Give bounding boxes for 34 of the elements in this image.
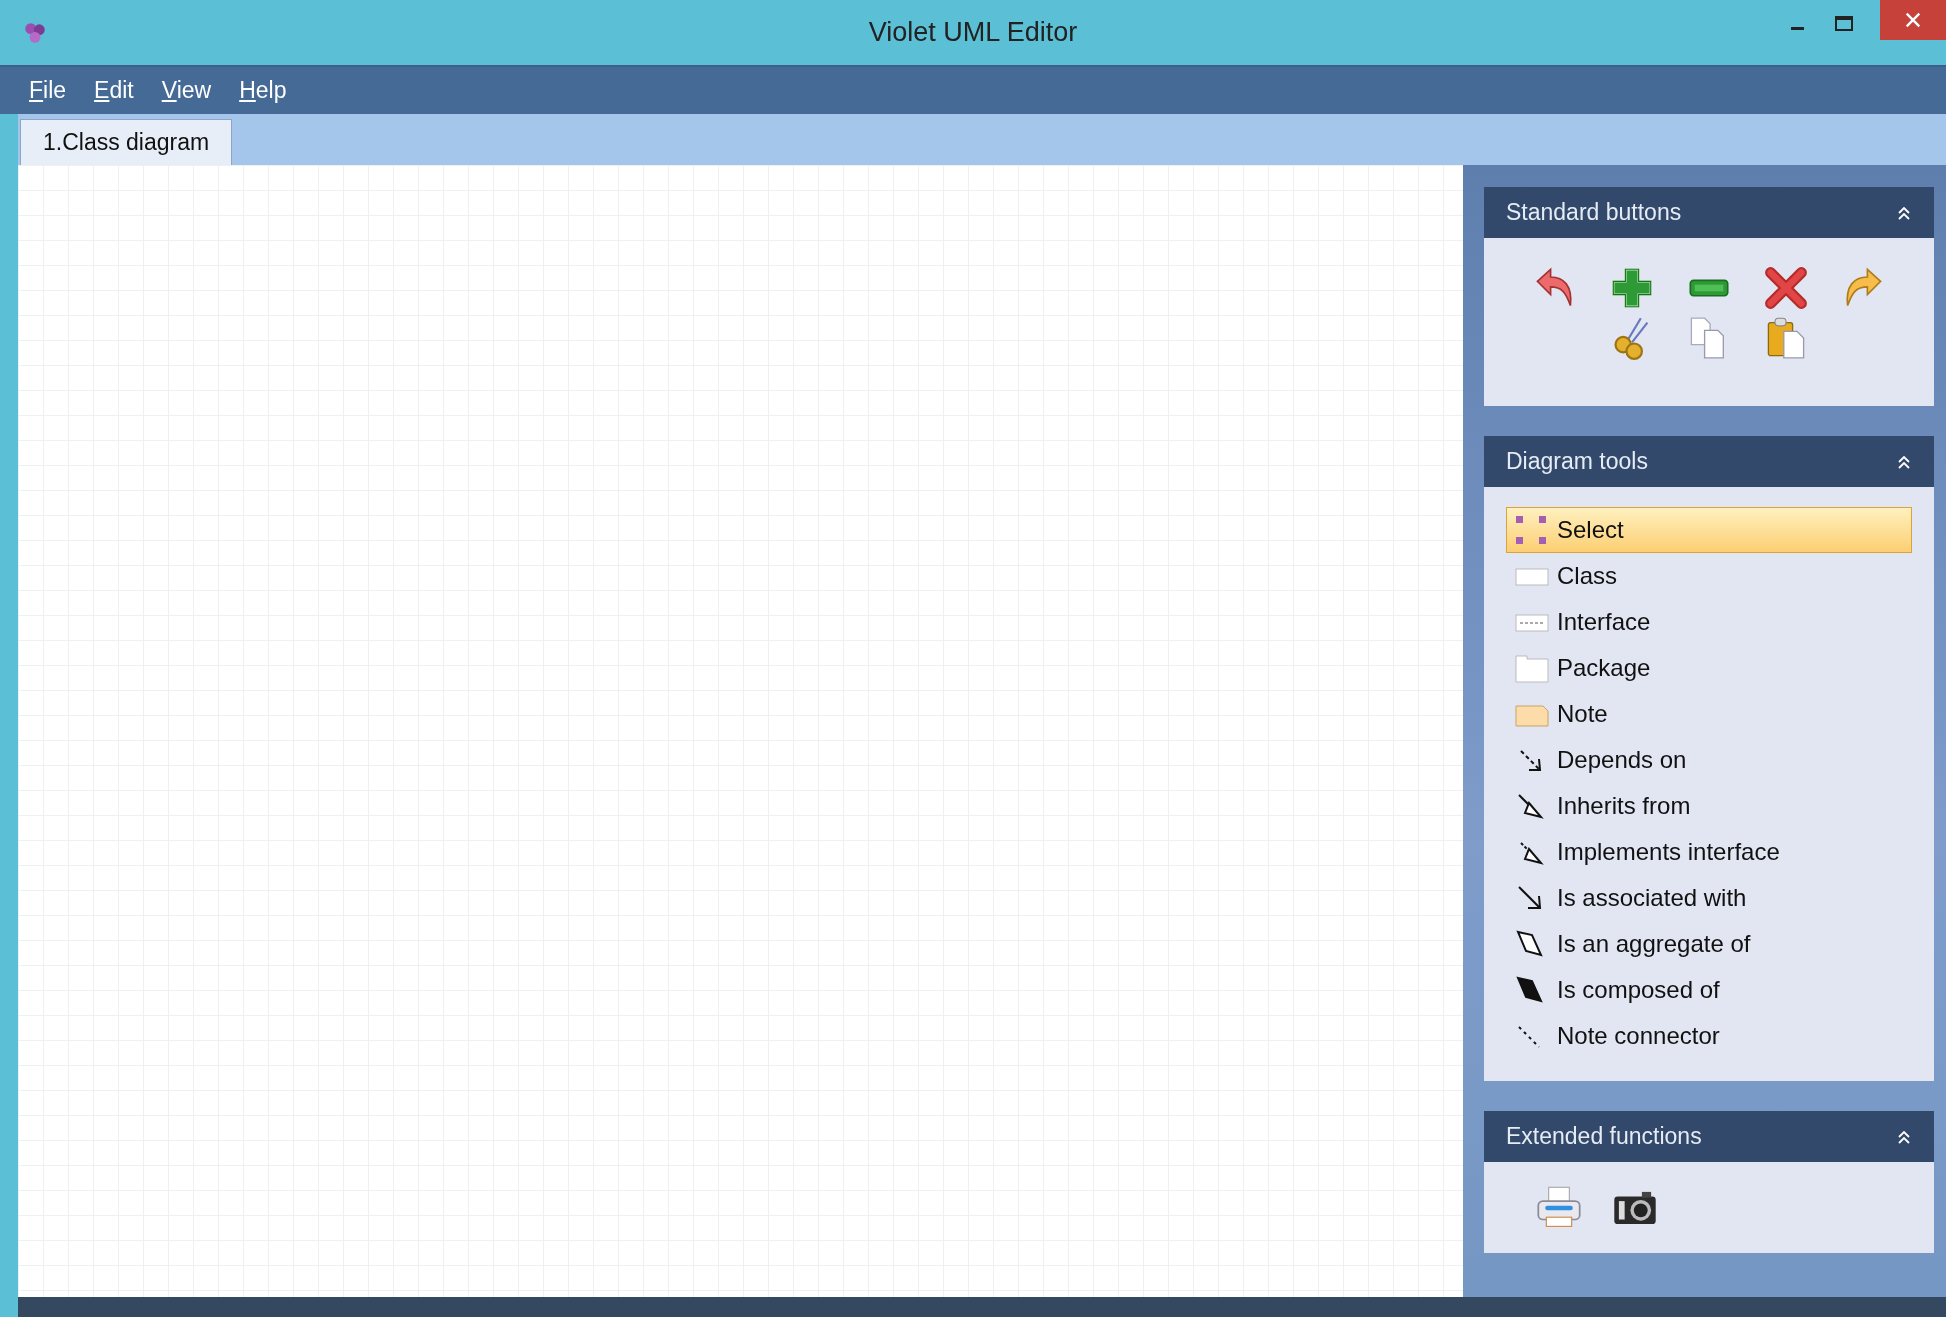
- tool-item[interactable]: Is associated with: [1506, 875, 1912, 921]
- tool-item[interactable]: Select: [1506, 507, 1912, 553]
- collapse-icon[interactable]: [1896, 453, 1912, 470]
- window-title: Violet UML Editor: [868, 17, 1078, 48]
- panel-title: Extended functions: [1506, 1123, 1702, 1150]
- close-button[interactable]: [1880, 0, 1946, 40]
- tool-item[interactable]: Interface: [1506, 599, 1912, 645]
- collapse-icon[interactable]: [1896, 1128, 1912, 1145]
- package-folder-icon: [1515, 653, 1549, 683]
- tool-item[interactable]: Is composed of: [1506, 967, 1912, 1013]
- tool-item[interactable]: Note: [1506, 691, 1912, 737]
- menu-item[interactable]: View: [161, 77, 212, 104]
- collapse-icon[interactable]: [1896, 204, 1912, 221]
- tool-item[interactable]: Implements interface: [1506, 829, 1912, 875]
- tool-item[interactable]: Inherits from: [1506, 783, 1912, 829]
- add-icon[interactable]: [1610, 266, 1654, 310]
- delete-icon[interactable]: [1764, 266, 1808, 310]
- close-icon: [1904, 11, 1922, 29]
- tool-item[interactable]: Class: [1506, 553, 1912, 599]
- menu-item[interactable]: File: [29, 77, 67, 104]
- tool-item[interactable]: Depends on: [1506, 737, 1912, 783]
- tool-item[interactable]: Is an aggregate of: [1506, 921, 1912, 967]
- menu-item[interactable]: Edit: [94, 77, 134, 104]
- diagram-tab[interactable]: 1.Class diagram: [20, 119, 233, 165]
- tool-item[interactable]: Package: [1506, 645, 1912, 691]
- panel-title: Standard buttons: [1506, 199, 1682, 226]
- menu-item[interactable]: Help: [239, 77, 287, 104]
- selection-dots-icon: [1515, 515, 1549, 545]
- panel-title: Diagram tools: [1506, 448, 1648, 475]
- panel-header[interactable]: Standard buttons: [1484, 187, 1934, 238]
- panel-header[interactable]: Extended functions: [1484, 1111, 1934, 1162]
- maximize-icon[interactable]: [1834, 14, 1854, 34]
- panel-header[interactable]: Diagram tools: [1484, 436, 1934, 487]
- tool-item[interactable]: Note connector: [1506, 1013, 1912, 1059]
